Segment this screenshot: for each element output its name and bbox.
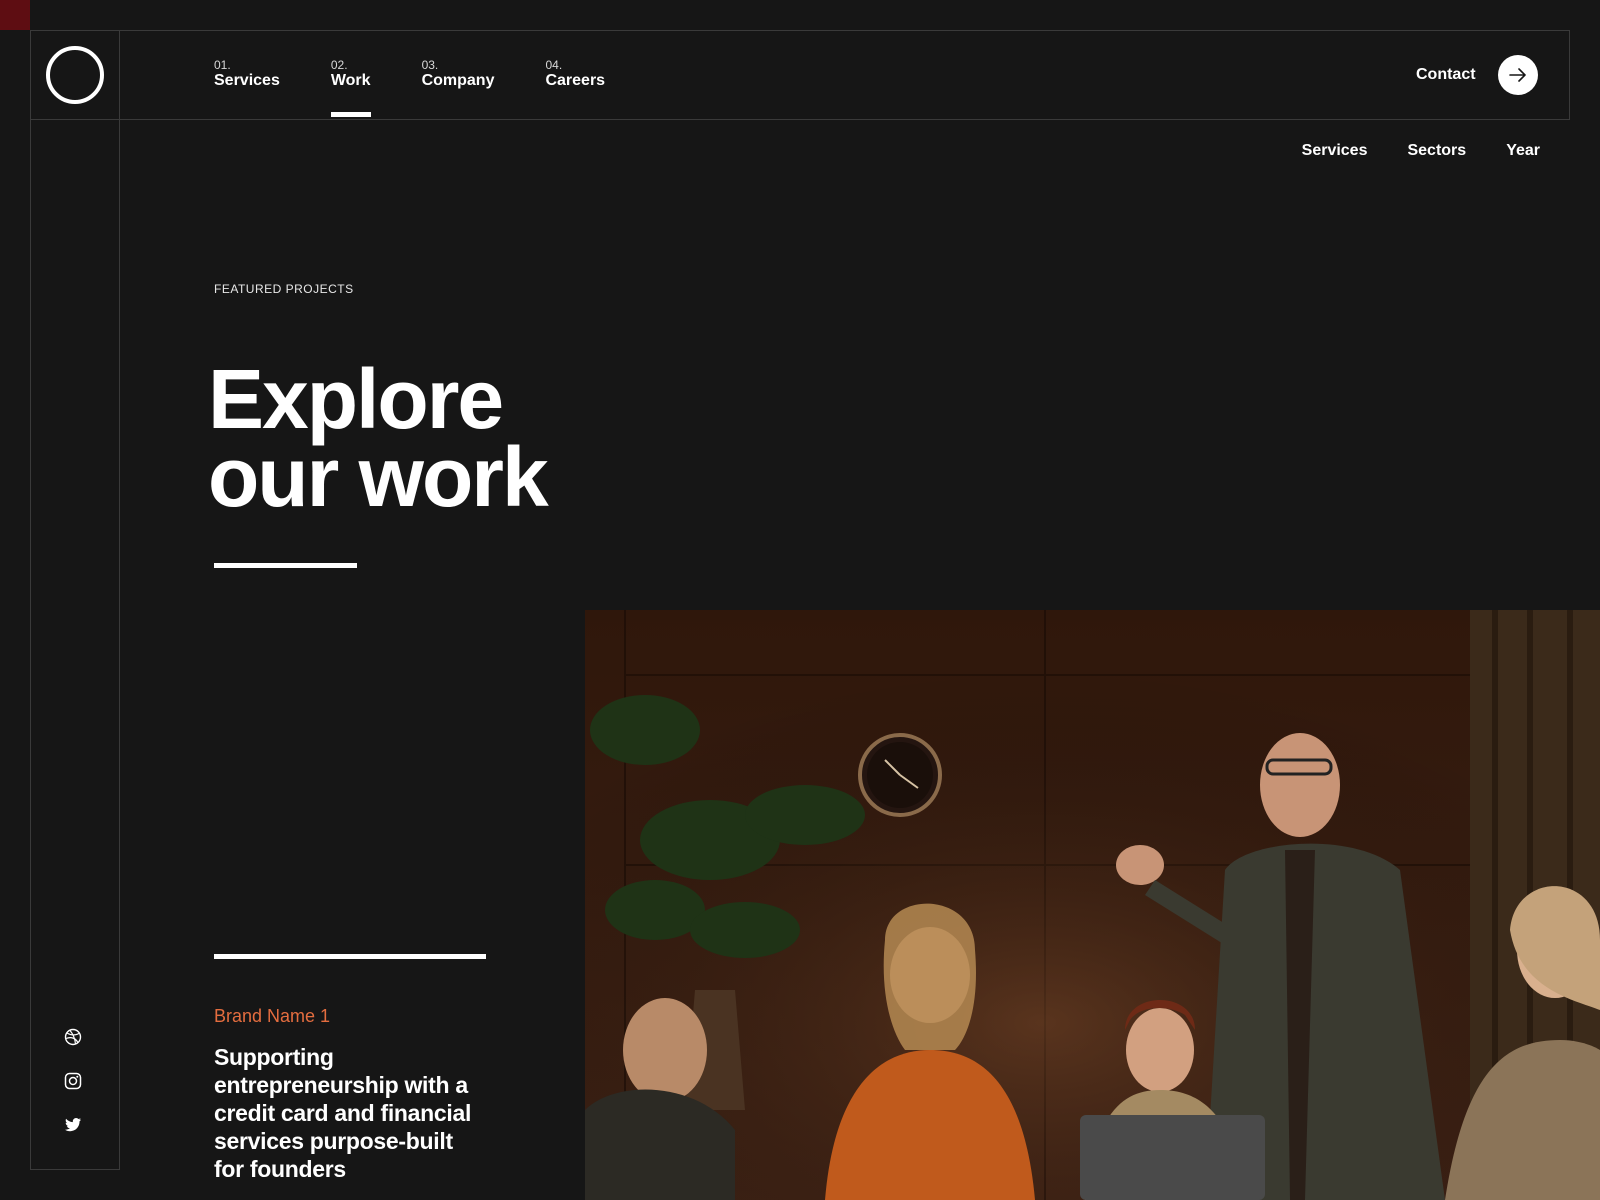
nav-item-careers[interactable]: 04. Careers [545, 58, 605, 90]
instagram-icon[interactable] [64, 1072, 82, 1090]
social-links [64, 1028, 82, 1134]
main-nav: 01. Services 02. Work 03. Company 04. Ca… [214, 58, 605, 117]
nav-item-company[interactable]: 03. Company [422, 58, 495, 90]
contact-link[interactable]: Contact [1416, 55, 1476, 95]
nav-label: Company [421, 72, 495, 89]
twitter-icon[interactable] [64, 1116, 82, 1134]
section-eyebrow: FEATURED PROJECTS [214, 282, 354, 296]
filter-sectors[interactable]: Sectors [1407, 142, 1466, 160]
nav-item-services[interactable]: 01. Services [214, 58, 280, 90]
contact-button[interactable] [1498, 55, 1538, 95]
page-title-line-2: our work [208, 430, 549, 524]
title-underline [214, 563, 357, 568]
logo-circle[interactable] [46, 46, 104, 104]
project-image[interactable] [585, 610, 1600, 1200]
nav-item-work[interactable]: 02. Work [330, 58, 371, 117]
filter-year[interactable]: Year [1506, 142, 1540, 160]
corner-mark [0, 0, 30, 30]
nav-number: 04. [545, 58, 563, 72]
filter-services[interactable]: Services [1302, 142, 1368, 160]
project-filters: Services Sectors Year [1302, 142, 1540, 160]
project-brand[interactable]: Brand Name 1 [214, 1006, 330, 1027]
dribbble-icon[interactable] [64, 1028, 82, 1046]
nav-number: 02. [330, 58, 348, 72]
sidebar-frame [30, 30, 120, 1170]
project-description[interactable]: Supporting entrepreneurship with a credi… [214, 1043, 484, 1183]
office-meeting-illustration [585, 610, 1600, 1200]
nav-number: 01. [214, 58, 231, 72]
nav-label: Work [330, 72, 371, 89]
page-title: Explore our work [208, 352, 728, 524]
contact-label: Contact [1416, 66, 1476, 83]
nav-label: Careers [545, 72, 606, 89]
nav-number: 03. [421, 58, 439, 72]
nav-label: Services [214, 72, 280, 89]
project-divider [214, 954, 486, 959]
arrow-right-icon [1509, 68, 1526, 82]
page-title-line-1: Explore [208, 352, 504, 446]
